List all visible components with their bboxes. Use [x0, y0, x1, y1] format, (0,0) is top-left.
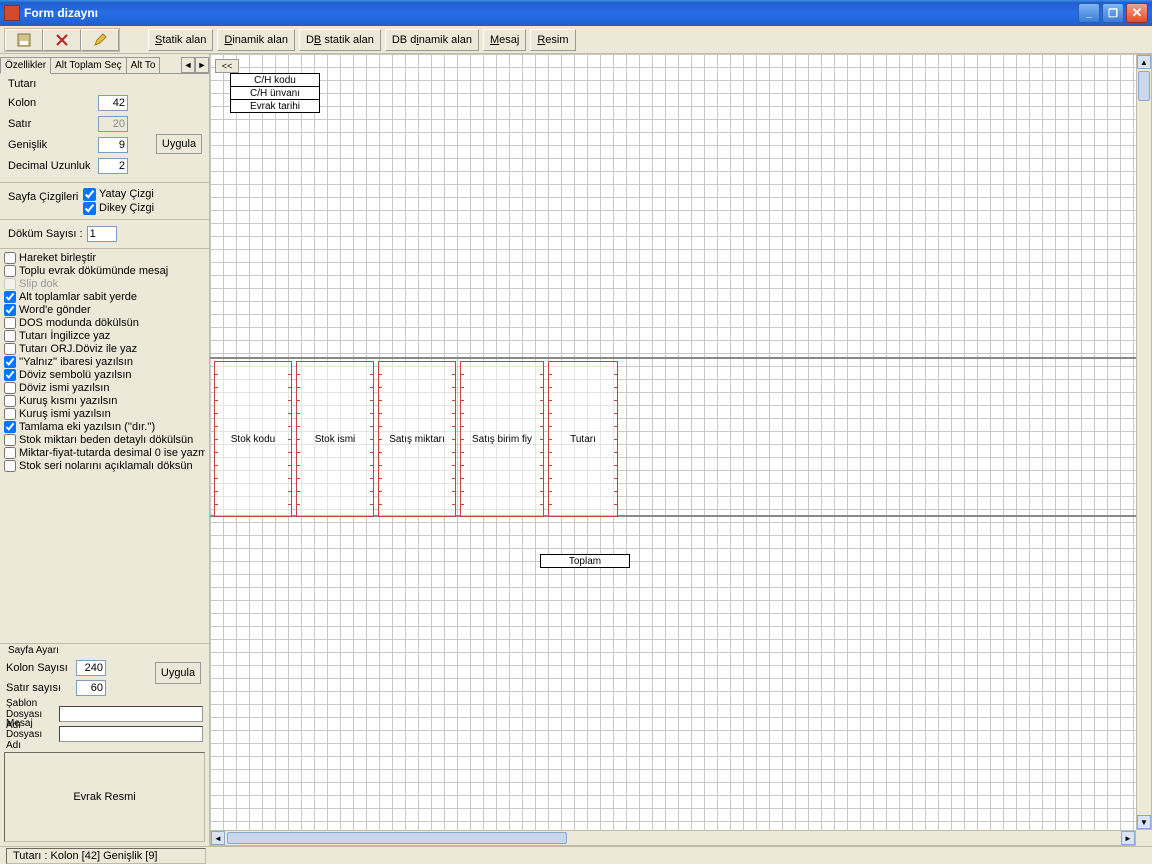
options-list: Hareket birleştirToplu evrak dökümünde m… — [0, 248, 209, 643]
selected-field-title: Tutarı — [8, 78, 201, 90]
col-count-input[interactable] — [76, 660, 106, 676]
apply-page-button[interactable]: Uygula — [155, 662, 201, 684]
total-field[interactable]: Toplam — [540, 554, 630, 568]
properties-panel: Tutarı Kolon Satır Genişlik Decimal Uzun… — [0, 74, 209, 182]
message-file-input[interactable] — [59, 726, 203, 742]
detail-column[interactable]: Stok kodu — [214, 361, 292, 517]
close-button[interactable]: ✕ — [1126, 3, 1148, 23]
header-field[interactable]: C/H ünvanı — [230, 86, 320, 100]
page-settings-legend: Sayfa Ayarı — [6, 645, 61, 656]
static-field-button[interactable]: Statik alan — [148, 29, 213, 51]
decimal-label: Decimal Uzunluk — [8, 160, 98, 172]
design-canvas-wrap: << C/H koduC/H ünvanıEvrak tarihi Stok k… — [210, 54, 1152, 846]
header-field[interactable]: C/H kodu — [230, 73, 320, 87]
sidebar-tabs: Özellikler Alt Toplam Seç Alt To ◄ ► — [0, 54, 209, 74]
header-fields: C/H koduC/H ünvanıEvrak tarihi — [230, 74, 320, 113]
titlebar: Form dizaynı _ ❐ ✕ — [0, 0, 1152, 26]
option-6[interactable]: Tutarı İngilizce yaz — [4, 329, 205, 342]
maximize-button[interactable]: ❐ — [1102, 3, 1124, 23]
vertical-scrollbar[interactable]: ▲ ▼ — [1136, 54, 1152, 830]
window-title: Form dizaynı — [24, 6, 1078, 20]
page-lines-label: Sayfa Çizgileri — [8, 187, 83, 203]
file-section: Şablon Dosyası Adı Mesaj Dosyası Adı — [0, 700, 209, 748]
decimal-input[interactable] — [98, 158, 128, 174]
scroll-up-icon[interactable]: ▲ — [1137, 55, 1151, 69]
template-file-input[interactable] — [59, 706, 203, 722]
genislik-input[interactable] — [98, 137, 128, 153]
save-button[interactable] — [5, 29, 43, 51]
scroll-left-icon[interactable]: ◄ — [211, 831, 225, 845]
option-8[interactable]: ''Yalnız'' ibaresi yazılsın — [4, 355, 205, 368]
db-static-button[interactable]: DB statik alan — [299, 29, 381, 51]
statusbar: Tutarı : Kolon [42] Genişlik [9] — [0, 846, 1152, 864]
option-4[interactable]: Word'e gönder — [4, 303, 205, 316]
toolbar: Statik alan Dinamik alan DB statik alan … — [0, 26, 1152, 54]
dump-count-section: Döküm Sayısı : — [0, 219, 209, 248]
collapse-button[interactable]: << — [215, 59, 239, 73]
edit-button[interactable] — [81, 29, 119, 51]
vscroll-thumb[interactable] — [1138, 71, 1150, 101]
row-count-input[interactable] — [76, 680, 106, 696]
tab-extra[interactable]: Alt To — [126, 57, 161, 73]
col-count-label: Kolon Sayısı — [6, 662, 76, 674]
tabs-scroll-right[interactable]: ► — [195, 57, 209, 73]
app-icon — [4, 5, 20, 21]
kolon-label: Kolon — [8, 97, 98, 109]
dump-count-label: Döküm Sayısı : — [8, 228, 83, 240]
scroll-right-icon[interactable]: ► — [1121, 831, 1135, 845]
dump-count-input[interactable] — [87, 226, 117, 242]
detail-band: Stok koduStok ismiSatış miktarıSatış bir… — [210, 357, 1136, 517]
minimize-button[interactable]: _ — [1078, 3, 1100, 23]
message-button[interactable]: Mesaj — [483, 29, 526, 51]
db-dynamic-button[interactable]: DB dinamik alan — [385, 29, 479, 51]
tab-subtotal[interactable]: Alt Toplam Seç — [50, 57, 127, 73]
page-settings: Sayfa Ayarı Kolon Sayısı Satır sayısı Uy… — [0, 643, 209, 700]
apply-props-button[interactable]: Uygula — [156, 134, 202, 154]
option-5[interactable]: DOS modunda dökülsün — [4, 316, 205, 329]
option-15[interactable]: Miktar-fiyat-tutarda desimal 0 ise yazm — [4, 446, 205, 459]
option-9[interactable]: Döviz sembolü yazılsın — [4, 368, 205, 381]
dynamic-field-button[interactable]: Dinamik alan — [217, 29, 295, 51]
document-image-placeholder: Evrak Resmi — [4, 752, 205, 842]
kolon-input[interactable] — [98, 95, 128, 111]
tabs-scroll-left[interactable]: ◄ — [181, 57, 195, 73]
horizontal-line-check[interactable]: Yatay Çizgi — [83, 187, 154, 201]
genislik-label: Genişlik — [8, 139, 98, 151]
vertical-line-check[interactable]: Dikey Çizgi — [83, 201, 154, 215]
satir-label: Satır — [8, 118, 98, 130]
option-0[interactable]: Hareket birleştir — [4, 251, 205, 264]
option-1[interactable]: Toplu evrak dökümünde mesaj — [4, 264, 205, 277]
option-12[interactable]: Kuruş ismi yazılsın — [4, 407, 205, 420]
detail-column[interactable]: Satış birim fiy — [460, 361, 544, 517]
detail-column[interactable]: Stok ismi — [296, 361, 374, 517]
row-count-label: Satır sayısı — [6, 682, 76, 694]
option-11[interactable]: Kuruş kısmı yazılsın — [4, 394, 205, 407]
tab-properties[interactable]: Özellikler — [0, 57, 51, 74]
scroll-corner — [1136, 830, 1152, 846]
header-field[interactable]: Evrak tarihi — [230, 99, 320, 113]
scroll-down-icon[interactable]: ▼ — [1137, 815, 1151, 829]
option-14[interactable]: Stok miktarı beden detaylı dökülsün — [4, 433, 205, 446]
hscroll-thumb[interactable] — [227, 832, 567, 844]
option-7[interactable]: Tutarı ORJ.Döviz ile yaz — [4, 342, 205, 355]
detail-column[interactable]: Satış miktarı — [378, 361, 456, 517]
design-canvas[interactable]: << C/H koduC/H ünvanıEvrak tarihi Stok k… — [210, 54, 1136, 830]
image-button[interactable]: Resim — [530, 29, 575, 51]
delete-button[interactable] — [43, 29, 81, 51]
satir-input — [98, 116, 128, 132]
horizontal-scrollbar[interactable]: ◄ ► — [210, 830, 1136, 846]
status-text: Tutarı : Kolon [42] Genişlik [9] — [6, 848, 206, 864]
option-10[interactable]: Döviz ismi yazılsın — [4, 381, 205, 394]
option-2: Slip dok — [4, 277, 205, 290]
sidebar: Özellikler Alt Toplam Seç Alt To ◄ ► Tut… — [0, 54, 210, 846]
message-file-label: Mesaj Dosyası Adı — [6, 718, 59, 751]
detail-column[interactable]: Tutarı — [548, 361, 618, 517]
option-16[interactable]: Stok seri nolarını açıklamalı döksün — [4, 459, 205, 472]
page-lines-section: Sayfa Çizgileri Yatay Çizgi Dikey Çizgi — [0, 182, 209, 219]
option-13[interactable]: Tamlama eki yazılsın (''dır.'') — [4, 420, 205, 433]
option-3[interactable]: Alt toplamlar sabit yerde — [4, 290, 205, 303]
